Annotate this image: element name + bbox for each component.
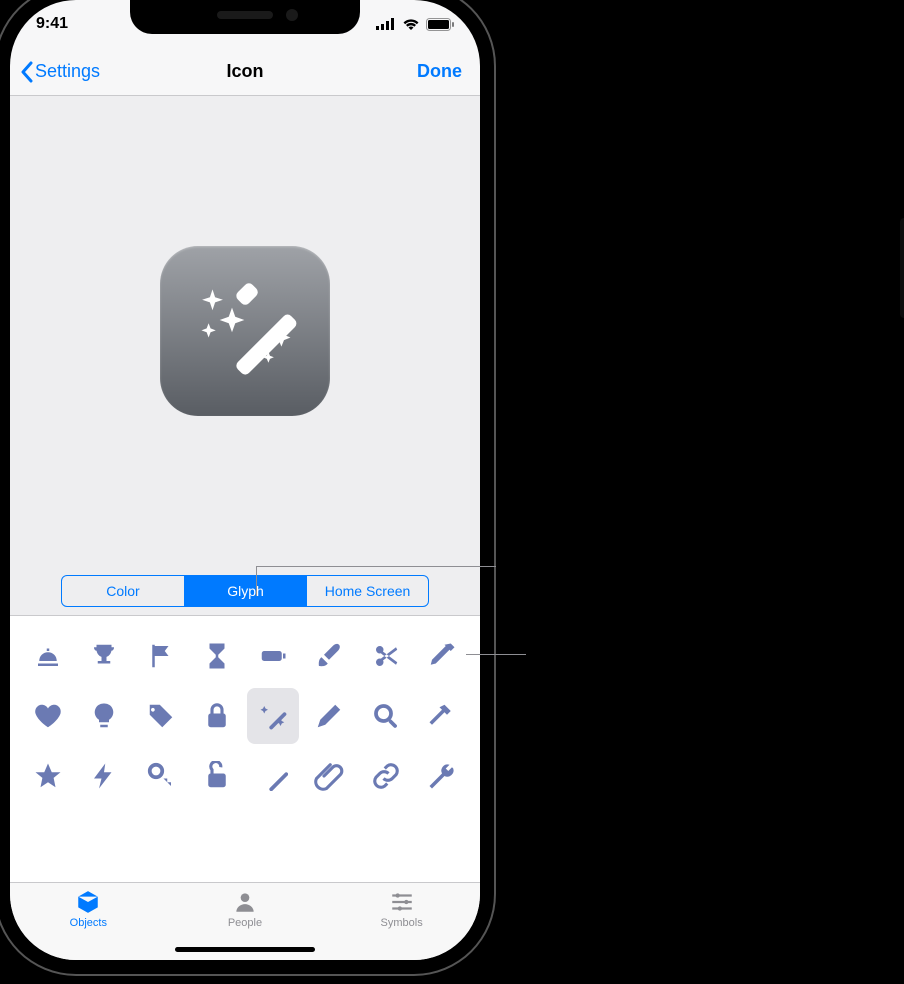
tab-bar: Objects People Symbols bbox=[10, 882, 480, 960]
status-right bbox=[376, 18, 454, 31]
tab-people-label: People bbox=[228, 917, 262, 929]
battery-icon bbox=[426, 18, 454, 31]
hammer-icon bbox=[427, 701, 457, 731]
tab-objects[interactable]: Objects bbox=[11, 889, 166, 929]
eyedropper-icon bbox=[427, 641, 457, 671]
glyph-lock-open[interactable] bbox=[191, 748, 243, 804]
callout-line bbox=[256, 566, 496, 567]
glyph-paintbrush[interactable] bbox=[303, 628, 355, 684]
glyph-hammer[interactable] bbox=[416, 688, 468, 744]
heart-icon bbox=[33, 701, 63, 731]
trophy-icon bbox=[89, 641, 119, 671]
battery-icon bbox=[258, 641, 288, 671]
segmented-control-wrap: Color Glyph Home Screen bbox=[10, 566, 480, 616]
bolt-icon bbox=[89, 761, 119, 791]
glyph-heart[interactable] bbox=[22, 688, 74, 744]
glyph-scissors[interactable] bbox=[360, 628, 412, 684]
wifi-icon bbox=[402, 18, 420, 30]
segment-home-screen[interactable]: Home Screen bbox=[306, 576, 428, 606]
phone-side-button-vol-up bbox=[0, 214, 4, 282]
tab-symbols[interactable]: Symbols bbox=[324, 889, 479, 929]
nav-title: Icon bbox=[226, 61, 263, 82]
wrench-icon bbox=[427, 761, 457, 791]
glyph-eyedropper[interactable] bbox=[416, 628, 468, 684]
home-indicator[interactable] bbox=[175, 947, 315, 952]
segment-glyph[interactable]: Glyph bbox=[184, 576, 306, 606]
wand-icon bbox=[258, 761, 288, 791]
icon-preview bbox=[160, 246, 330, 416]
glyph-link[interactable] bbox=[360, 748, 412, 804]
glyph-bell-service[interactable] bbox=[22, 628, 74, 684]
phone-notch bbox=[130, 0, 360, 34]
lock-icon bbox=[202, 701, 232, 731]
done-button[interactable]: Done bbox=[417, 61, 462, 82]
callout-line bbox=[466, 654, 526, 655]
glyph-flag[interactable] bbox=[135, 628, 187, 684]
tag-icon bbox=[146, 701, 176, 731]
glyph-magnifier[interactable] bbox=[360, 688, 412, 744]
cube-icon bbox=[75, 889, 101, 915]
scissors-icon bbox=[371, 641, 401, 671]
paperclip-icon bbox=[314, 761, 344, 791]
glyph-bolt[interactable] bbox=[78, 748, 130, 804]
phone-side-button-silent bbox=[0, 150, 4, 186]
glyph-lock[interactable] bbox=[191, 688, 243, 744]
glyph-lightbulb[interactable] bbox=[78, 688, 130, 744]
status-time: 9:41 bbox=[36, 15, 68, 33]
cellular-icon bbox=[376, 18, 396, 30]
chevron-left-icon bbox=[20, 61, 33, 83]
glyph-wand-sparkles[interactable] bbox=[247, 688, 299, 744]
glyph-wrench[interactable] bbox=[416, 748, 468, 804]
link-icon bbox=[371, 761, 401, 791]
nav-bar: Settings Icon Done bbox=[10, 48, 480, 96]
glyph-tag[interactable] bbox=[135, 688, 187, 744]
person-icon bbox=[232, 889, 258, 915]
lightbulb-icon bbox=[89, 701, 119, 731]
glyph-star[interactable] bbox=[22, 748, 74, 804]
star-icon bbox=[33, 761, 63, 791]
glyph-hourglass[interactable] bbox=[191, 628, 243, 684]
tab-objects-label: Objects bbox=[70, 917, 107, 929]
magnifier-icon bbox=[371, 701, 401, 731]
key-icon bbox=[146, 761, 176, 791]
bell-service-icon bbox=[33, 641, 63, 671]
glyph-paperclip[interactable] bbox=[303, 748, 355, 804]
pencil-icon bbox=[314, 701, 344, 731]
paintbrush-icon bbox=[314, 641, 344, 671]
flag-icon bbox=[146, 641, 176, 671]
tab-people[interactable]: People bbox=[167, 889, 322, 929]
sliders-icon bbox=[389, 889, 415, 915]
segment-color[interactable]: Color bbox=[62, 576, 184, 606]
tab-symbols-label: Symbols bbox=[381, 917, 423, 929]
phone-side-button-vol-down bbox=[0, 300, 4, 368]
wand-sparkles-icon bbox=[180, 266, 310, 396]
glyph-wand[interactable] bbox=[247, 748, 299, 804]
glyph-grid bbox=[10, 616, 480, 882]
glyph-key[interactable] bbox=[135, 748, 187, 804]
lock-open-icon bbox=[202, 761, 232, 791]
icon-preview-area bbox=[10, 96, 480, 566]
wand-sparkles-icon bbox=[258, 701, 288, 731]
glyph-trophy[interactable] bbox=[78, 628, 130, 684]
segmented-control: Color Glyph Home Screen bbox=[61, 575, 429, 607]
glyph-battery[interactable] bbox=[247, 628, 299, 684]
hourglass-icon bbox=[202, 641, 232, 671]
callout-line bbox=[256, 566, 257, 596]
phone-side-button-power bbox=[900, 218, 904, 318]
phone-frame: 9:41 Settings Icon Done bbox=[10, 0, 480, 960]
glyph-pencil[interactable] bbox=[303, 688, 355, 744]
back-label: Settings bbox=[35, 61, 100, 82]
back-button[interactable]: Settings bbox=[20, 61, 100, 83]
